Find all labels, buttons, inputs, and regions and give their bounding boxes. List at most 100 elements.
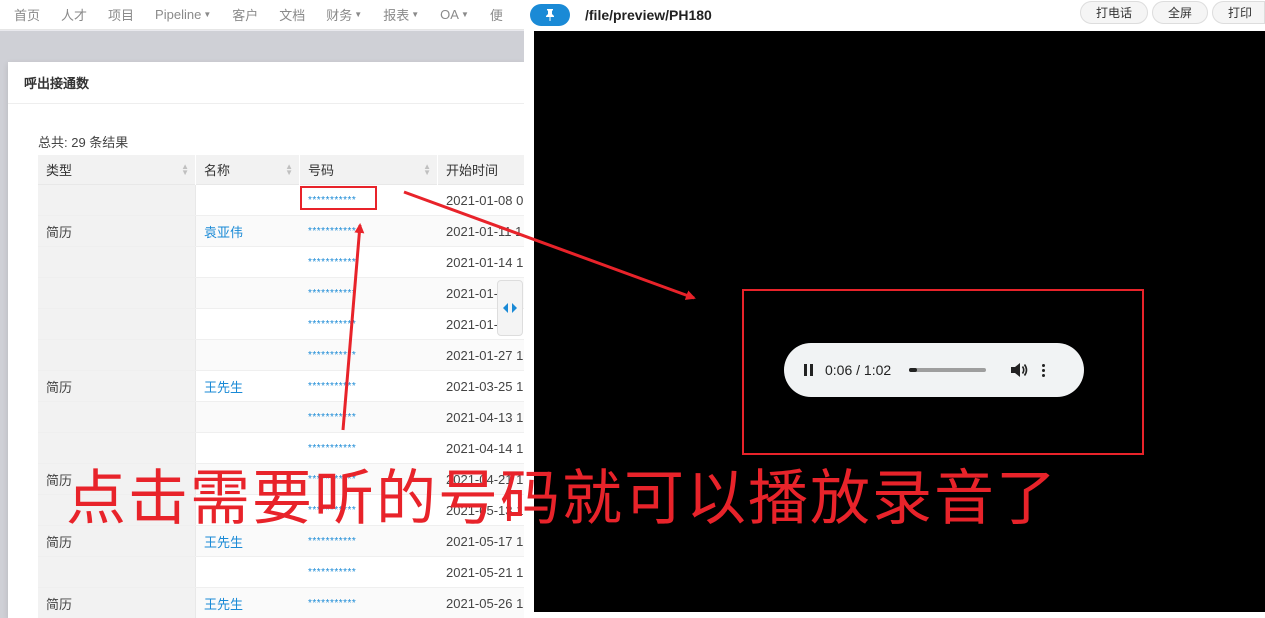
cell-type (38, 557, 196, 587)
cell-type (38, 309, 196, 339)
cell-start-time: 2021-04-13 1 (446, 409, 524, 425)
table-row: *********** 2021-01- (38, 278, 524, 309)
nav-item[interactable]: 项目 (108, 5, 134, 24)
cell-start-time: 2021-01-11 1 (446, 223, 523, 239)
annotation-caption: 点击需要听的号码就可以播放录音了 (66, 464, 1058, 534)
chevron-down-icon: ▼ (460, 10, 469, 19)
cell-phone[interactable]: *********** (300, 340, 438, 370)
chevron-down-icon: ▼ (354, 10, 363, 19)
cell-phone[interactable]: *********** (300, 588, 438, 618)
pause-icon[interactable] (804, 364, 813, 376)
cell-name (196, 309, 300, 339)
column-header-label: 名称 (204, 163, 231, 178)
cell-type (38, 278, 196, 308)
table-body: *********** 2021-01-08 0 简历 袁亚伟 *********** 2… (38, 185, 524, 618)
result-total: 总共: 29 条结果 (38, 135, 129, 150)
split-arrows-icon (503, 303, 517, 313)
print-button[interactable]: 打印 (1211, 1, 1265, 24)
cell-phone[interactable]: *********** (300, 402, 438, 432)
cell-start-time: 2021-05-21 1 (446, 564, 524, 580)
more-options-icon[interactable] (1042, 363, 1046, 377)
table-row: 简历 王先生 *********** 2021-03-25 1 (38, 371, 524, 402)
column-header-type[interactable]: 类型 ▲ ▼ (38, 154, 196, 185)
calls-table: 类型 ▲ ▼ 名称 ▲ ▼ 号码 ▲ ▼ 开始时间 *********** 2021-01-0… (38, 154, 524, 618)
sort-icon[interactable]: ▲ ▼ (285, 162, 293, 176)
nav-item[interactable]: 便 (490, 5, 503, 24)
table-row: *********** 2021-04-13 1 (38, 402, 524, 433)
top-nav: 首页 人才 项目 Pipeline ▼ 客户 文档 财务 ▼ 报表 ▼ OA ▼ 便 (0, 0, 530, 30)
table-row: *********** 2021-05-21 1 (38, 557, 524, 588)
cell-phone[interactable]: *********** (300, 216, 438, 246)
nav-item[interactable]: 人才 (61, 5, 87, 24)
audio-time: 0:06 / 1:02 (825, 362, 892, 378)
table-row: 简历 王先生 *********** 2021-05-26 1 (38, 588, 524, 618)
cell-type: 简历 (38, 371, 196, 401)
preview-actions: 打电话 全屏 打印 (1079, 1, 1265, 24)
nav-item-label: 项目 (108, 8, 135, 23)
cell-phone[interactable]: *********** (300, 185, 438, 215)
audio-player[interactable]: 0:06 / 1:02 (784, 343, 1084, 397)
pin-button[interactable] (530, 4, 570, 26)
table-row: *********** 2021-01-14 1 (38, 247, 524, 278)
nav-item[interactable]: OA ▼ (440, 7, 469, 22)
column-header-start-time[interactable]: 开始时间 (438, 155, 524, 185)
audio-progress-slider[interactable] (909, 368, 987, 372)
column-header-label: 类型 (46, 163, 73, 178)
cell-type (38, 340, 196, 370)
cell-start-time: 2021-03-25 1 (446, 378, 524, 394)
cell-name (196, 247, 300, 277)
column-header-name[interactable]: 名称 ▲ ▼ (196, 154, 300, 185)
modal-title: 呼出接通数 (8, 62, 524, 104)
nav-item-label: 首页 (14, 8, 41, 23)
column-header-label: 开始时间 (446, 163, 499, 178)
cell-phone[interactable]: *********** (300, 371, 438, 401)
cell-phone[interactable]: *********** (300, 309, 438, 339)
volume-icon[interactable] (1010, 362, 1028, 378)
cell-phone[interactable]: *********** (300, 278, 438, 308)
cell-name[interactable]: 王先生 (196, 588, 300, 618)
nav-item[interactable]: Pipeline ▼ (155, 7, 211, 22)
table-row: *********** 2021-01-08 0 (38, 185, 524, 216)
nav-item[interactable]: 客户 (232, 5, 258, 24)
nav-item[interactable]: 财务 ▼ (326, 5, 362, 24)
sort-icon[interactable]: ▲ ▼ (423, 162, 431, 176)
nav-item[interactable]: 文档 (279, 5, 305, 24)
panel-collapse-handle[interactable] (497, 280, 523, 336)
audio-progress-fill (909, 368, 917, 372)
nav-item-label: 财务 (326, 8, 353, 23)
nav-item[interactable]: 首页 (14, 5, 40, 24)
call-button[interactable]: 打电话 (1079, 1, 1148, 24)
cell-phone[interactable]: *********** (300, 557, 438, 587)
column-header-label: 号码 (308, 163, 335, 178)
cell-start-time: 2021-05-26 1 (446, 595, 524, 611)
column-header-phone[interactable]: 号码 ▲ ▼ (300, 154, 438, 185)
fullscreen-button[interactable]: 全屏 (1151, 1, 1208, 24)
preview-header: /file/preview/PH180 打电话 全屏 打印 (524, 0, 1265, 30)
sort-icon[interactable]: ▲ ▼ (181, 162, 189, 176)
table-row: *********** 2021-01-27 1 (38, 340, 524, 371)
nav-item[interactable]: 报表 ▼ (383, 5, 419, 24)
cell-name[interactable]: 王先生 (196, 371, 300, 401)
table-row: *********** 2021-01- (38, 309, 524, 340)
chevron-down-icon: ▼ (411, 10, 420, 19)
table-row: 简历 袁亚伟 *********** 2021-01-11 1 (38, 216, 524, 247)
preview-path: /file/preview/PH180 (585, 7, 712, 23)
cell-start-time: 2021-01-14 1 (446, 254, 524, 270)
cell-name[interactable]: 袁亚伟 (196, 216, 300, 246)
cell-type (38, 185, 196, 215)
cell-name (196, 278, 300, 308)
pin-icon (546, 9, 554, 21)
cell-start-time: 2021-01-27 1 (446, 347, 524, 363)
cell-type (38, 402, 196, 432)
cell-name (196, 185, 300, 215)
cell-type (38, 247, 196, 277)
nav-item-label: Pipeline (155, 7, 202, 22)
cell-phone[interactable]: *********** (300, 247, 438, 277)
cell-name (196, 402, 300, 432)
nav-item-label: 报表 (383, 8, 410, 23)
table-header: 类型 ▲ ▼ 名称 ▲ ▼ 号码 ▲ ▼ 开始时间 (38, 154, 524, 185)
cell-start-time: 2021-01-08 0 (446, 192, 524, 208)
chevron-down-icon: ▼ (203, 10, 212, 19)
nav-item-label: OA (440, 7, 459, 22)
nav-item-label: 便 (489, 8, 503, 23)
